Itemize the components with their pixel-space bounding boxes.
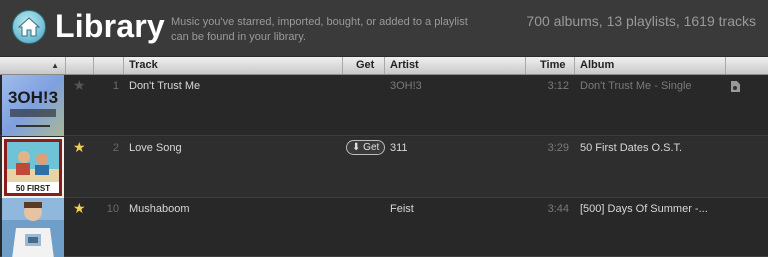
- star-icon[interactable]: ★: [73, 139, 86, 157]
- track-number: 10: [106, 203, 119, 215]
- track-name: Mushaboom: [129, 203, 190, 215]
- table-row[interactable]: 3OH!3 ★ 1 Don't Trust Me 3OH!3 3:12 Don'…: [0, 75, 768, 136]
- column-extra[interactable]: [726, 57, 768, 74]
- artist-name[interactable]: 3OH!3: [390, 77, 520, 95]
- album-name[interactable]: Don't Trust Me - Single: [580, 77, 725, 95]
- album-art: 3OH!3: [2, 75, 64, 136]
- column-artist[interactable]: Artist: [385, 57, 526, 74]
- column-time[interactable]: Time: [526, 57, 575, 74]
- star-icon[interactable]: ★: [73, 200, 86, 218]
- column-header: ▲ Track Get Artist Time Album: [0, 57, 768, 75]
- track-name: Love Song: [129, 142, 182, 154]
- artist-name[interactable]: Feist: [390, 200, 520, 218]
- track-number: 1: [112, 80, 119, 92]
- track-name: Don't Trust Me: [129, 80, 201, 92]
- track-time: 3:12: [547, 80, 569, 92]
- column-artwork-sort[interactable]: ▲: [0, 57, 66, 74]
- library-description: Music you've starred, imported, bought, …: [171, 16, 468, 43]
- download-icon: ⬇: [352, 142, 361, 153]
- table-row[interactable]: ★ 10 Mushaboom Feist 3:44 [500] Days Of …: [0, 198, 768, 257]
- column-number[interactable]: [94, 57, 124, 74]
- table-row[interactable]: 50 FIRST ★ 2 Love Song ⬇ Get 311 3:29 50…: [0, 137, 768, 198]
- column-track[interactable]: Track: [124, 57, 343, 74]
- album-art-text: 50 FIRST: [16, 184, 50, 193]
- column-get[interactable]: Get: [343, 57, 385, 74]
- album-name[interactable]: 50 First Dates O.S.T.: [580, 139, 725, 157]
- album-art: [2, 198, 64, 257]
- page-title: Library: [55, 8, 165, 44]
- star-icon[interactable]: ★: [73, 77, 86, 95]
- library-header: Library Music you've starred, imported, …: [0, 0, 768, 56]
- track-time: 3:29: [547, 142, 569, 154]
- album-art-text: 3OH!3: [8, 88, 58, 107]
- album-art: 50 FIRST: [2, 137, 64, 198]
- get-button[interactable]: ⬇ Get: [346, 140, 386, 155]
- track-number: 2: [112, 142, 119, 154]
- home-icon[interactable]: [12, 10, 46, 44]
- library-stats: 700 albums, 13 playlists, 1619 tracks: [526, 13, 756, 29]
- track-time: 3:44: [547, 203, 569, 215]
- sort-up-icon: ▲: [51, 61, 59, 70]
- column-album[interactable]: Album: [575, 57, 726, 74]
- column-star[interactable]: [66, 57, 94, 74]
- artist-name[interactable]: 311: [390, 139, 520, 157]
- album-name[interactable]: [500] Days Of Summer -...: [580, 200, 725, 218]
- local-file-icon: [731, 81, 740, 92]
